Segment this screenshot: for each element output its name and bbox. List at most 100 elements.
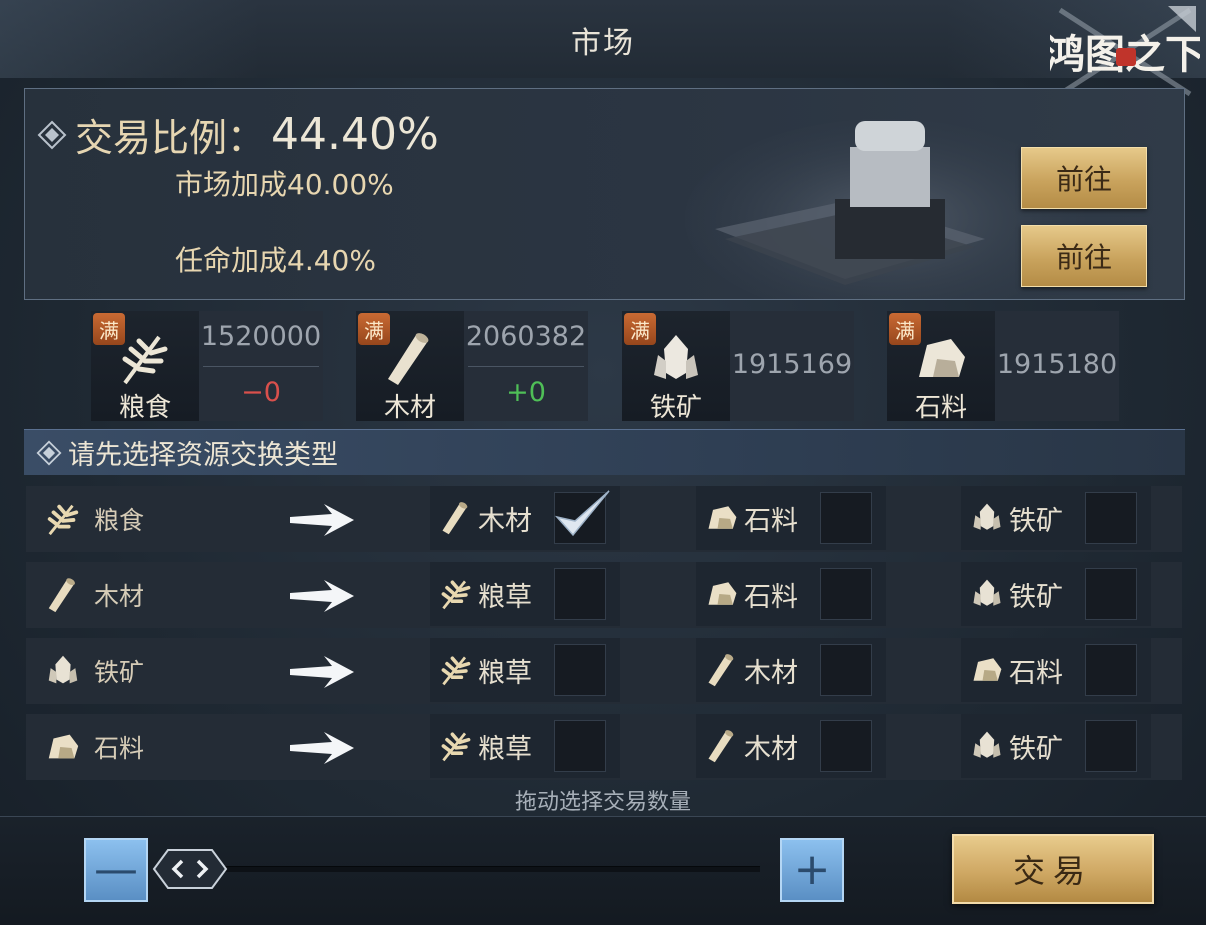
iron-icon bbox=[654, 335, 698, 379]
wood-icon bbox=[704, 728, 740, 764]
exchange-section-header: 请先选择资源交换类型 bbox=[24, 429, 1185, 475]
trade-ratio-value: 44.40% bbox=[271, 109, 439, 160]
target-checkbox[interactable] bbox=[554, 644, 606, 696]
exchange-source: 石料 bbox=[44, 728, 144, 766]
source-label: 石料 bbox=[94, 734, 145, 763]
wood-icon bbox=[388, 333, 429, 385]
exchange-row: 粮食 木材 石料 铁矿 bbox=[26, 486, 1182, 552]
arrow-right-icon bbox=[290, 504, 354, 536]
resource-amount: 2060382 bbox=[465, 321, 587, 352]
trade-ratio-banner: 交易比例： 44.40% 市场加成40.00% 任命加成4.40% 前往 前往 bbox=[24, 88, 1185, 300]
grain-icon bbox=[438, 576, 474, 612]
target-checkbox[interactable] bbox=[820, 720, 872, 772]
exchange-target-stone[interactable]: 石料 bbox=[696, 562, 886, 626]
stone-icon bbox=[704, 500, 740, 536]
exchange-section-title: 请先选择资源交换类型 bbox=[68, 440, 338, 471]
exchange-target-grain[interactable]: 粮草 bbox=[430, 638, 620, 702]
target-checkbox[interactable] bbox=[554, 568, 606, 620]
exchange-target-grain[interactable]: 粮草 bbox=[430, 714, 620, 778]
grain-icon bbox=[44, 500, 82, 538]
target-checkbox[interactable] bbox=[820, 492, 872, 544]
trade-ratio-label: 交易比例： bbox=[75, 116, 266, 160]
arrow-right-icon bbox=[290, 656, 354, 688]
trade-button[interactable]: 交易 bbox=[952, 834, 1154, 904]
resource-stone: 满 石料 1915180 bbox=[887, 311, 1119, 423]
exchange-target-iron[interactable]: 铁矿 bbox=[961, 562, 1151, 626]
arrow-right-icon bbox=[290, 580, 354, 612]
resource-wood: 满 木材 2060382 +0 bbox=[356, 311, 588, 423]
goto-market-button[interactable]: 前往 bbox=[1021, 147, 1147, 209]
exchange-target-stone[interactable]: 石料 bbox=[696, 486, 886, 550]
stone-icon bbox=[44, 728, 82, 766]
resource-name: 粮食 bbox=[118, 393, 171, 423]
iron-icon bbox=[969, 500, 1005, 536]
exchange-target-iron[interactable]: 铁矿 bbox=[961, 714, 1151, 778]
target-checkbox[interactable] bbox=[1085, 720, 1137, 772]
exchange-target-iron[interactable]: 铁矿 bbox=[961, 486, 1151, 550]
source-label: 粮食 bbox=[94, 506, 145, 535]
market-bonus-text: 市场加成40.00% bbox=[175, 168, 394, 201]
divider bbox=[203, 366, 319, 367]
target-checkbox[interactable] bbox=[820, 644, 872, 696]
exchange-target-wood[interactable]: 木材 bbox=[430, 486, 620, 550]
diamond-ornament-icon bbox=[36, 440, 62, 465]
resource-delta: −0 bbox=[241, 377, 281, 408]
iron-icon bbox=[969, 728, 1005, 764]
target-label: 木材 bbox=[744, 733, 798, 765]
target-label: 粮草 bbox=[478, 657, 532, 689]
diamond-ornament-icon bbox=[37, 120, 67, 149]
drag-hint-text: 拖动选择交易数量 bbox=[514, 790, 691, 815]
source-label: 木材 bbox=[94, 582, 145, 611]
target-checkbox[interactable] bbox=[1085, 568, 1137, 620]
grain-icon bbox=[438, 652, 474, 688]
increase-button[interactable]: + bbox=[780, 838, 844, 902]
wood-icon bbox=[44, 576, 82, 614]
target-label: 铁矿 bbox=[1009, 733, 1063, 765]
target-label: 石料 bbox=[744, 581, 798, 613]
target-checkbox[interactable] bbox=[554, 490, 610, 544]
target-checkbox[interactable] bbox=[820, 568, 872, 620]
resource-icon-box: 满 粮食 bbox=[91, 311, 199, 423]
trade-ratio: 交易比例： 44.40% bbox=[37, 107, 439, 162]
quantity-slider-track[interactable] bbox=[200, 866, 760, 872]
goto-appoint-button[interactable]: 前往 bbox=[1021, 225, 1147, 287]
target-label: 粮草 bbox=[478, 733, 532, 765]
game-logo: 鸿图之下 bbox=[1050, 6, 1200, 97]
target-checkbox[interactable] bbox=[1085, 492, 1137, 544]
window-title: 市场 bbox=[571, 26, 635, 61]
target-label: 木材 bbox=[478, 505, 532, 537]
resource-name: 铁矿 bbox=[649, 393, 702, 423]
resource-amount: 1520000 bbox=[200, 321, 322, 352]
decrease-button[interactable]: — bbox=[84, 838, 148, 902]
slider-handle[interactable] bbox=[152, 848, 228, 890]
resource-amount: 1915180 bbox=[996, 349, 1118, 380]
resource-grain: 满 粮食 1520000 −0 bbox=[91, 311, 323, 423]
exchange-target-wood[interactable]: 木材 bbox=[696, 714, 886, 778]
exchange-row: 石料 粮草 木材 铁矿 bbox=[26, 714, 1182, 780]
exchange-target-grain[interactable]: 粮草 bbox=[430, 562, 620, 626]
resource-name: 石料 bbox=[914, 393, 967, 423]
stone-icon bbox=[704, 576, 740, 612]
wood-icon bbox=[438, 500, 474, 536]
checkmark-icon bbox=[554, 490, 610, 537]
target-checkbox[interactable] bbox=[554, 720, 606, 772]
resource-icon-box: 满 石料 bbox=[887, 311, 995, 423]
exchange-target-stone[interactable]: 石料 bbox=[961, 638, 1151, 702]
resource-name: 木材 bbox=[383, 393, 436, 423]
exchange-source: 粮食 bbox=[44, 500, 144, 538]
resource-icon-box: 满 铁矿 bbox=[622, 311, 730, 423]
exchange-target-wood[interactable]: 木材 bbox=[696, 638, 886, 702]
exchange-row: 木材 粮草 石料 铁矿 bbox=[26, 562, 1182, 628]
iron-icon bbox=[969, 576, 1005, 612]
target-label: 粮草 bbox=[478, 581, 532, 613]
arrow-right-icon bbox=[290, 732, 354, 764]
target-label: 木材 bbox=[744, 657, 798, 689]
stone-icon bbox=[969, 652, 1005, 688]
target-label: 石料 bbox=[1009, 657, 1063, 689]
resource-iron: 满 铁矿 1915169 bbox=[622, 311, 854, 423]
target-label: 铁矿 bbox=[1009, 581, 1063, 613]
grain-icon bbox=[438, 728, 474, 764]
divider bbox=[468, 366, 584, 367]
target-checkbox[interactable] bbox=[1085, 644, 1137, 696]
resource-amount: 1915169 bbox=[731, 349, 853, 380]
